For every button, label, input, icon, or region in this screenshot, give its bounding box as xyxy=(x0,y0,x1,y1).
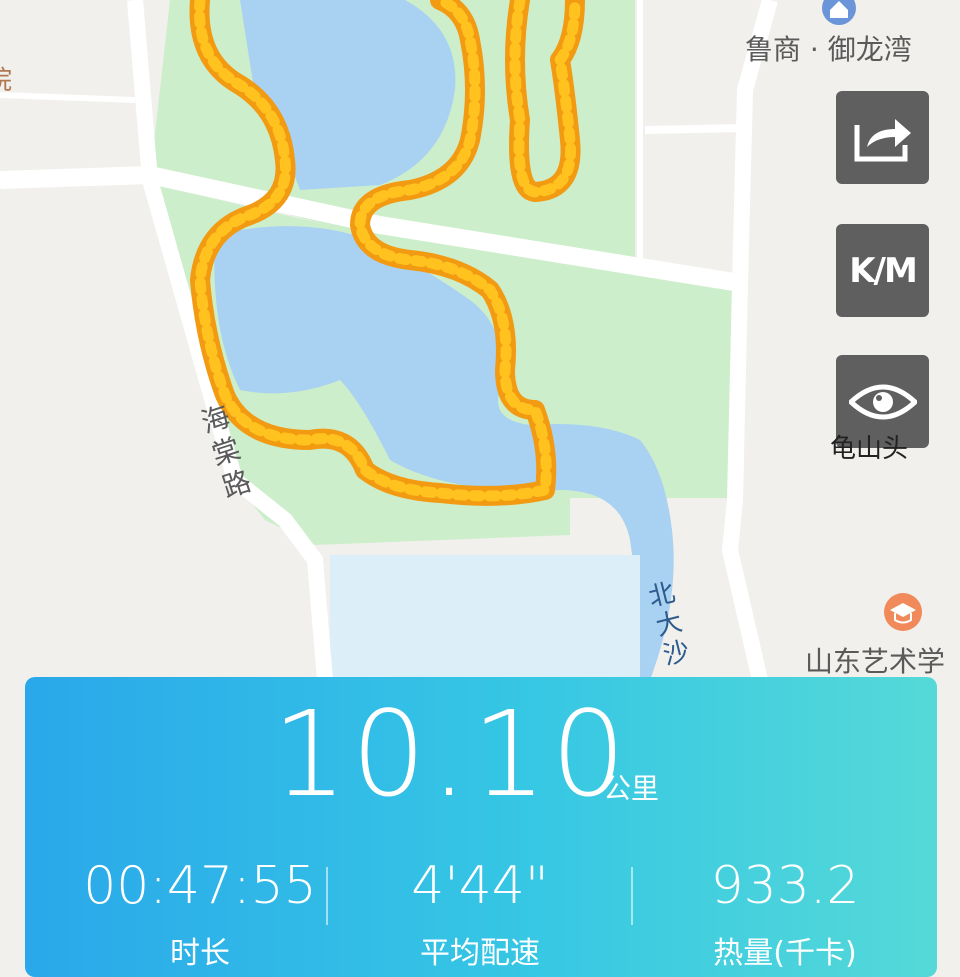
road-right-connector xyxy=(644,124,746,134)
stat-duration: 00:47:55 时长 xyxy=(70,860,330,972)
distance-value: 10.10 xyxy=(272,685,630,823)
stat-calories-value: 933.2 xyxy=(710,856,860,916)
share-icon xyxy=(854,118,911,161)
place-label-guishantou: 龟山头 xyxy=(830,434,909,464)
unit-toggle-button[interactable]: K/M xyxy=(836,224,929,317)
graduation-cap-icon xyxy=(884,593,922,631)
eye-icon xyxy=(848,384,917,419)
share-button[interactable] xyxy=(836,91,929,184)
stat-pace: 4'44" 平均配速 xyxy=(350,860,610,972)
unit-toggle-label: K/M xyxy=(849,250,918,291)
distance-unit: 公里 xyxy=(603,772,660,805)
stat-duration-label: 时长 xyxy=(170,936,230,971)
stat-divider xyxy=(326,867,328,925)
poi-label-art-university: 山东艺术学 xyxy=(805,645,946,678)
stat-duration-value: 00:47:55 xyxy=(83,856,317,916)
distance-block: 10.10 xyxy=(25,695,937,813)
stat-calories: 933.2 热量(千卡) xyxy=(655,860,915,972)
stat-divider xyxy=(631,867,633,925)
run-summary-panel: 10.10 公里 00:47:55 时长 4'44" 平均配速 933.2 热量… xyxy=(25,677,937,977)
poi-label-yulongwan: 鲁商 · 御龙湾 xyxy=(745,33,912,66)
stat-calories-label: 热量(千卡) xyxy=(713,936,857,971)
pond-basin xyxy=(330,555,640,680)
stat-pace-label: 平均配速 xyxy=(420,936,540,971)
stat-pace-value: 4'44" xyxy=(411,856,549,916)
